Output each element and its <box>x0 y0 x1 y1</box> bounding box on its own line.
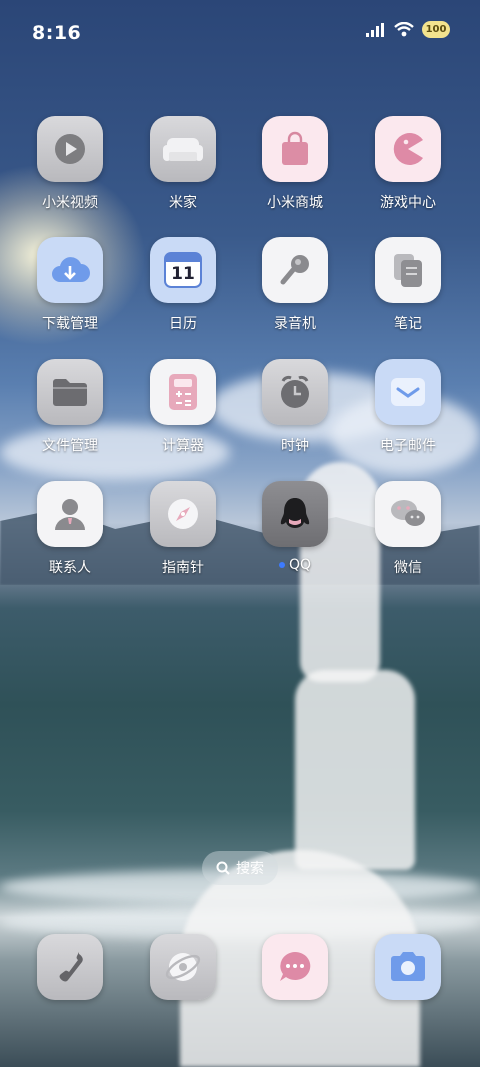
message-icon <box>262 934 328 1000</box>
app-mi-store[interactable]: 小米商城 <box>240 116 350 212</box>
app-label: QQ <box>288 557 312 573</box>
dock-camera[interactable] <box>353 934 463 1000</box>
compass-icon <box>150 481 216 547</box>
app-recorder[interactable]: 录音机 <box>240 237 350 333</box>
shopping-bag-icon <box>262 116 328 182</box>
app-clock[interactable]: 时钟 <box>240 359 350 455</box>
app-downloads[interactable]: 下载管理 <box>15 237 125 333</box>
sofa-icon <box>150 116 216 182</box>
app-label: 米家 <box>169 195 197 211</box>
wifi-icon <box>394 22 414 37</box>
app-wechat[interactable]: 微信 <box>353 481 463 577</box>
app-label: 微信 <box>394 560 422 576</box>
app-calendar[interactable]: 11 日历 <box>128 237 238 333</box>
calendar-date: 11 <box>171 264 195 284</box>
app-file-manager[interactable]: 文件管理 <box>15 359 125 455</box>
battery-icon: 100 <box>422 21 450 38</box>
app-label: 小米视频 <box>42 195 98 211</box>
phone-icon <box>37 934 103 1000</box>
update-dot <box>278 562 285 568</box>
app-label: 录音机 <box>274 316 316 332</box>
camera-icon <box>375 934 441 1000</box>
notes-icon <box>375 237 441 303</box>
contact-person-icon <box>37 481 103 547</box>
wechat-icon <box>375 481 441 547</box>
app-mi-video[interactable]: 小米视频 <box>15 116 125 212</box>
dock-phone[interactable] <box>15 934 125 1000</box>
app-label: 文件管理 <box>42 438 98 454</box>
app-label: 时钟 <box>281 438 309 454</box>
app-game-center[interactable]: 游戏中心 <box>353 116 463 212</box>
signal-icon <box>366 22 384 37</box>
app-qq[interactable]: QQ <box>240 481 350 573</box>
app-mi-home[interactable]: 米家 <box>128 116 238 212</box>
app-label: 下载管理 <box>42 316 98 332</box>
app-label: 联系人 <box>49 560 91 576</box>
game-pacman-icon <box>375 116 441 182</box>
app-contacts[interactable]: 联系人 <box>15 481 125 577</box>
envelope-icon <box>375 359 441 425</box>
search-button[interactable]: 搜索 <box>202 851 278 885</box>
status-bar: 8:16 100 <box>0 0 480 68</box>
folder-icon <box>37 359 103 425</box>
qq-penguin-icon <box>262 481 328 547</box>
app-calculator[interactable]: 计算器 <box>128 359 238 455</box>
app-notes[interactable]: 笔记 <box>353 237 463 333</box>
microphone-icon <box>262 237 328 303</box>
calculator-icon <box>150 359 216 425</box>
search-label: 搜索 <box>236 861 264 877</box>
app-label: 小米商城 <box>267 195 323 211</box>
app-label: 电子邮件 <box>380 438 436 454</box>
play-icon <box>37 116 103 182</box>
browser-icon <box>150 934 216 1000</box>
dock-browser[interactable] <box>128 934 238 1000</box>
calendar-icon: 11 <box>150 237 216 303</box>
cloud-download-icon <box>37 237 103 303</box>
alarm-clock-icon <box>262 359 328 425</box>
app-label: 游戏中心 <box>380 195 436 211</box>
app-label: 笔记 <box>394 316 422 332</box>
search-icon <box>216 861 230 875</box>
clock-time: 8:16 <box>32 22 82 44</box>
app-email[interactable]: 电子邮件 <box>353 359 463 455</box>
app-compass[interactable]: 指南针 <box>128 481 238 577</box>
app-label: 指南针 <box>162 560 204 576</box>
app-label: 计算器 <box>162 438 204 454</box>
app-label: 日历 <box>169 316 197 332</box>
dock-messages[interactable] <box>240 934 350 1000</box>
